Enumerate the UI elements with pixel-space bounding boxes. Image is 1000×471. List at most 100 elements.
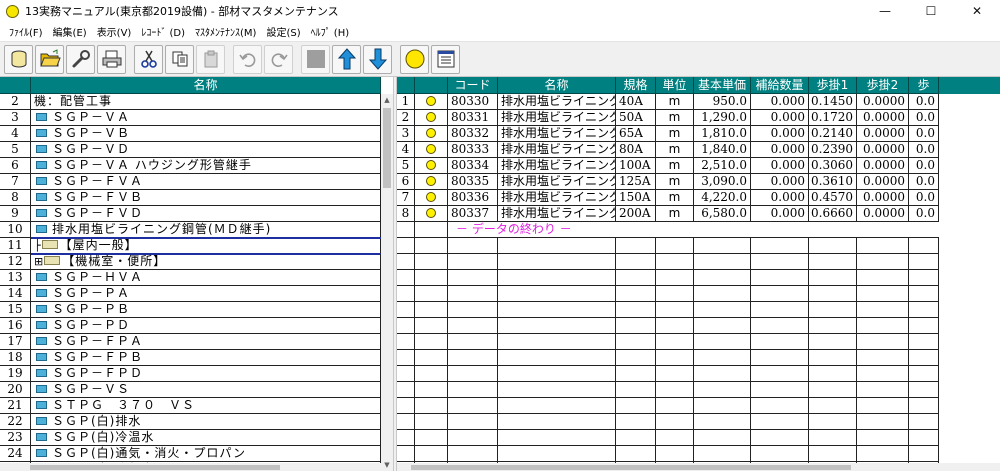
rate-3-cell[interactable]: 0.0 [909, 190, 939, 206]
unit-price-cell[interactable] [694, 254, 751, 270]
code-cell[interactable]: 80336 [448, 190, 498, 206]
unit-cell[interactable]: m [656, 126, 694, 142]
database-icon[interactable] [4, 44, 33, 74]
spec-cell[interactable] [616, 238, 656, 254]
redo-icon[interactable] [264, 44, 293, 74]
spec-cell[interactable]: 65A [616, 126, 656, 142]
table-row[interactable]: 7 80336排水用塩ビライニング鋼管150Am4,220.00.0000.457… [397, 190, 939, 206]
supply-qty-cell[interactable]: 0.000 [751, 94, 809, 110]
rate-3-cell[interactable] [909, 414, 939, 430]
supply-qty-cell[interactable]: 0.000 [751, 126, 809, 142]
table-row[interactable] [397, 270, 939, 286]
rate-2-cell[interactable] [857, 238, 909, 254]
unit-price-cell[interactable] [694, 238, 751, 254]
name-cell[interactable]: 排水用塩ビライニング鋼管 [498, 206, 616, 222]
header-spec[interactable]: 規格 [616, 77, 656, 94]
arrow-up-icon[interactable] [332, 44, 361, 74]
wrench-icon[interactable] [66, 44, 95, 74]
scroll-down-arrow-icon[interactable]: ▼ [381, 459, 393, 471]
tree-cell[interactable]: ＳＧＰ－ＦＰＤ [31, 366, 381, 382]
rate-3-cell[interactable]: 0.0 [909, 94, 939, 110]
header-name[interactable]: 名称 [498, 77, 616, 94]
table-row[interactable]: 180330排水用塩ビライニング鋼管40Am950.00.0000.14500.… [397, 94, 939, 110]
rate-1-cell[interactable] [809, 382, 857, 398]
rate-1-cell[interactable] [809, 398, 857, 414]
table-row[interactable] [397, 334, 939, 350]
unit-cell[interactable]: m [656, 110, 694, 126]
rate-1-cell[interactable] [809, 302, 857, 318]
supply-qty-cell[interactable] [751, 286, 809, 302]
unit-price-cell[interactable]: 1,840.0 [694, 142, 751, 158]
unit-price-cell[interactable]: 3,090.0 [694, 174, 751, 190]
unit-cell[interactable] [656, 302, 694, 318]
status-cell[interactable] [415, 414, 448, 430]
unit-price-cell[interactable] [694, 430, 751, 446]
supply-qty-cell[interactable] [751, 366, 809, 382]
status-cell[interactable] [415, 366, 448, 382]
minimize-button[interactable]: — [862, 0, 908, 22]
supply-qty-cell[interactable]: 0.000 [751, 158, 809, 174]
table-row[interactable]: 2 80331排水用塩ビライニング鋼管50Am1,290.00.0000.1720… [397, 110, 939, 126]
unit-cell[interactable]: m [656, 190, 694, 206]
rate-2-cell[interactable] [857, 446, 909, 462]
unit-cell[interactable] [656, 350, 694, 366]
tree-row[interactable]: 11 ├ 【屋内一般】 [0, 238, 381, 254]
header-rate-1[interactable]: 歩掛1 [809, 77, 857, 94]
rate-3-cell[interactable]: 0.0 [909, 206, 939, 222]
tree-row[interactable]: 8 ＳＧＰ－ＦＶＢ [0, 190, 381, 206]
table-row[interactable]: 5 80334排水用塩ビライニング鋼管100Am2,510.00.0000.306… [397, 158, 939, 174]
name-cell[interactable]: 排水用塩ビライニング鋼管 [498, 110, 616, 126]
tree-row[interactable]: 18 ＳＧＰ－ＦＰＢ [0, 350, 381, 366]
rate-3-cell[interactable] [909, 366, 939, 382]
tree-cell[interactable]: ＳＧＰ(白)通気・消火・プロパン [31, 446, 381, 462]
rate-3-cell[interactable]: 0.0 [909, 142, 939, 158]
code-cell[interactable]: 80337 [448, 206, 498, 222]
code-cell[interactable] [448, 382, 498, 398]
spec-cell[interactable] [616, 382, 656, 398]
tree-row[interactable]: 16 ＳＧＰ－ＰＤ [0, 318, 381, 334]
table-row[interactable] [397, 302, 939, 318]
tree-row[interactable]: 21 ＳＴＰＧ ３７０ ＶＳ [0, 398, 381, 414]
code-cell[interactable]: 80331 [448, 110, 498, 126]
name-cell[interactable]: 排水用塩ビライニング鋼管 [498, 94, 616, 110]
code-cell[interactable]: 80333 [448, 142, 498, 158]
spec-cell[interactable] [616, 302, 656, 318]
close-button[interactable]: ✕ [954, 0, 1000, 22]
spec-cell[interactable] [616, 286, 656, 302]
unit-price-cell[interactable] [694, 318, 751, 334]
unit-price-cell[interactable]: 1,290.0 [694, 110, 751, 126]
tree-row[interactable]: 9 ＳＧＰ－ＦＶＤ [0, 206, 381, 222]
scroll-up-arrow-icon[interactable]: ▲ [381, 94, 393, 106]
name-cell[interactable] [498, 382, 616, 398]
unit-price-cell[interactable]: 2,510.0 [694, 158, 751, 174]
rate-1-cell[interactable] [809, 366, 857, 382]
name-cell[interactable] [498, 350, 616, 366]
name-cell[interactable]: 排水用塩ビライニング鋼管 [498, 126, 616, 142]
table-row[interactable] [397, 254, 939, 270]
left-horizontal-scrollbar[interactable] [0, 463, 381, 471]
supply-qty-cell[interactable] [751, 254, 809, 270]
code-cell[interactable] [448, 350, 498, 366]
status-cell[interactable] [415, 206, 448, 222]
spec-cell[interactable] [616, 446, 656, 462]
supply-qty-cell[interactable]: 0.000 [751, 206, 809, 222]
tree-cell[interactable]: ├ 【屋内一般】 [31, 238, 381, 254]
name-cell[interactable] [498, 366, 616, 382]
spec-cell[interactable] [616, 398, 656, 414]
supply-qty-cell[interactable] [751, 430, 809, 446]
menu-item-3[interactable]: ﾚｺｰﾄﾞ (D) [136, 24, 190, 39]
code-cell[interactable]: 80332 [448, 126, 498, 142]
table-row[interactable] [397, 398, 939, 414]
status-cell[interactable] [415, 190, 448, 206]
tree-row[interactable]: 24 ＳＧＰ(白)通気・消火・プロパン [0, 446, 381, 462]
status-cell[interactable] [415, 382, 448, 398]
unit-price-cell[interactable] [694, 302, 751, 318]
yellow-circle-icon[interactable] [400, 44, 429, 74]
unit-price-cell[interactable] [694, 270, 751, 286]
rate-1-cell[interactable]: 0.3610 [809, 174, 857, 190]
menu-item-6[interactable]: ﾍﾙﾌﾟ (H) [306, 24, 355, 39]
table-row[interactable] [397, 430, 939, 446]
supply-qty-cell[interactable] [751, 350, 809, 366]
unit-cell[interactable]: m [656, 158, 694, 174]
rate-3-cell[interactable] [909, 430, 939, 446]
